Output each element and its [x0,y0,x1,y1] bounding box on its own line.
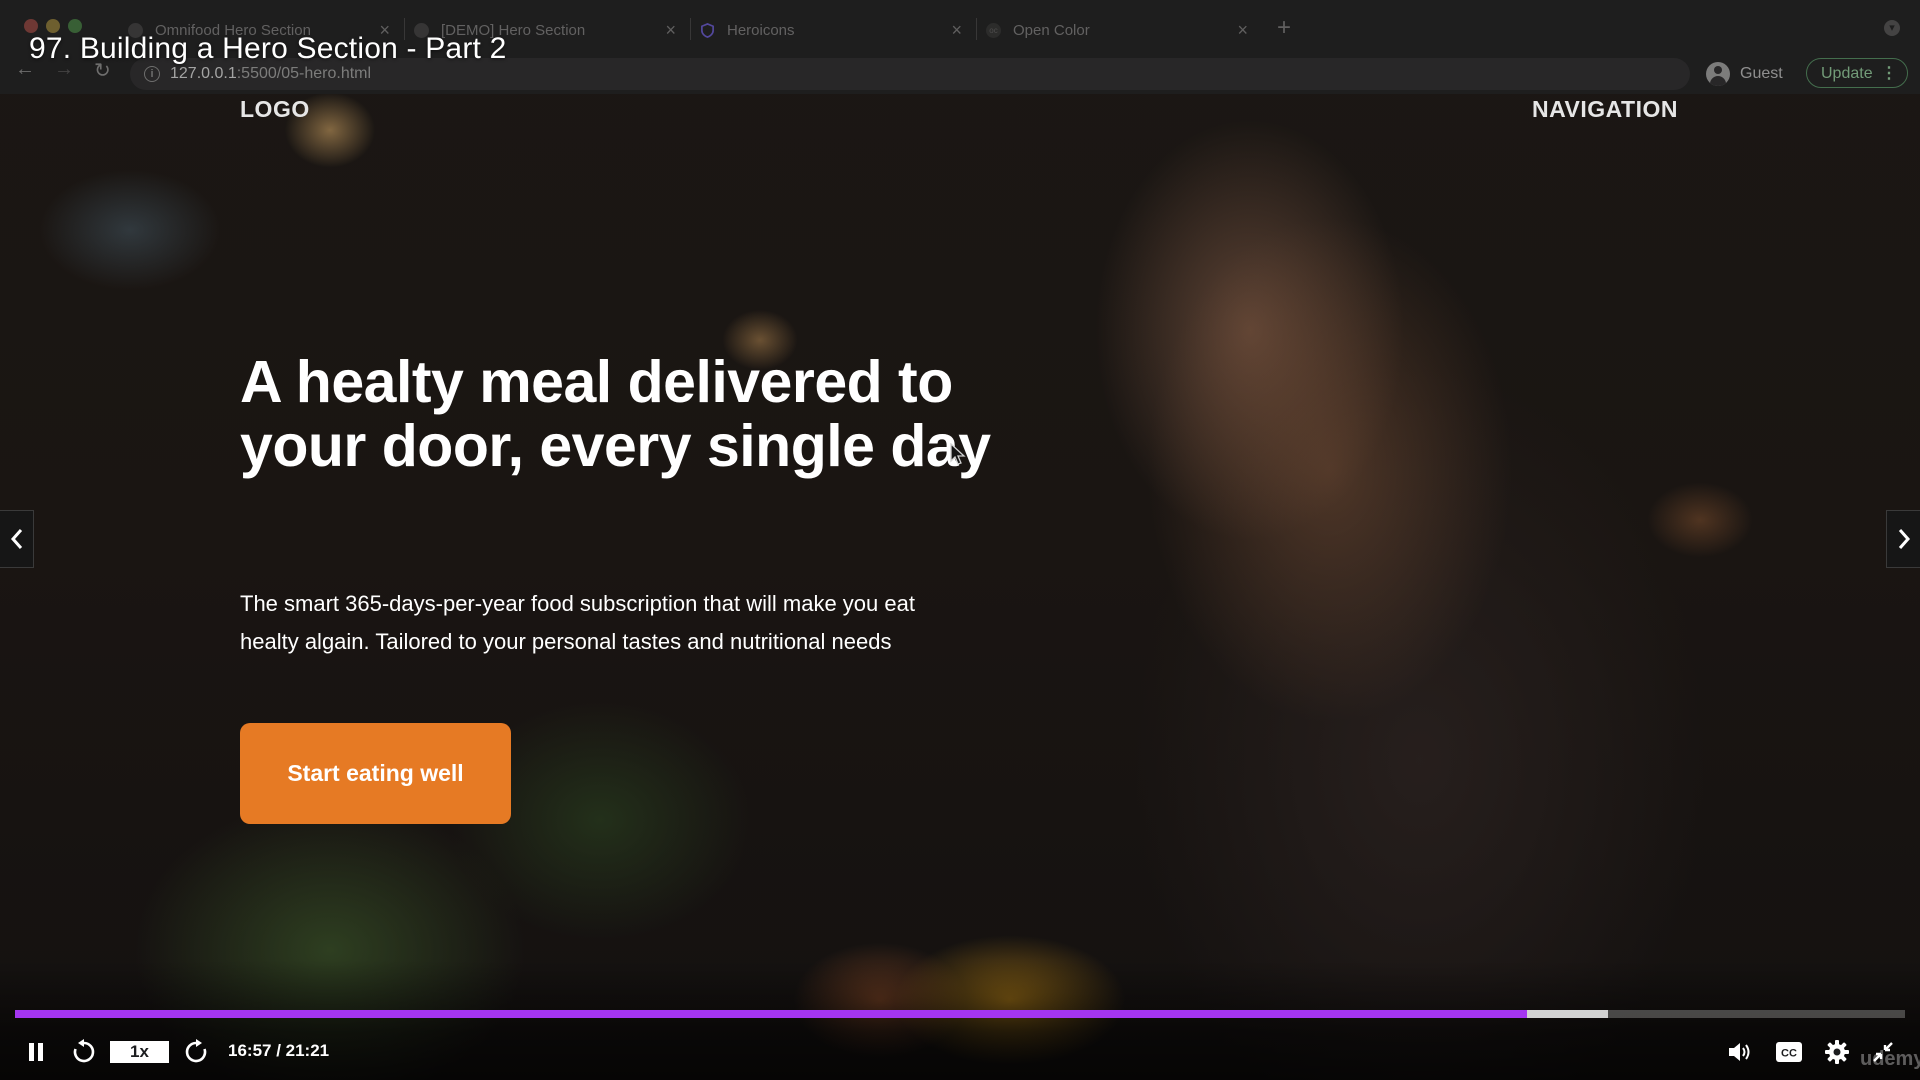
chevron-left-icon [10,529,22,549]
tab-label: Open Color [1013,21,1090,39]
svg-text:CC: CC [1781,1048,1797,1060]
tab-heroicons[interactable]: Heroicons × [700,14,962,46]
update-label: Update [1821,65,1873,82]
avatar-icon [1706,62,1730,86]
video-player[interactable]: Omnifood Hero Section × [DEMO] Hero Sect… [0,0,1920,1080]
forward-button[interactable] [182,1037,210,1067]
tab-open-color[interactable]: oc Open Color × [986,14,1248,46]
close-icon[interactable]: × [1237,20,1248,41]
pause-icon [29,1043,43,1061]
gear-icon [1825,1040,1849,1064]
playback-speed-button[interactable]: 1x [110,1041,169,1063]
volume-icon [1729,1043,1750,1061]
controls-backdrop [0,960,1920,1080]
progress-bar[interactable] [15,1010,1905,1018]
close-icon[interactable]: × [951,20,962,41]
profile-label: Guest [1740,65,1783,82]
progress-played [15,1010,1527,1018]
shield-icon [700,22,715,38]
udemy-watermark: udemy [1860,1048,1920,1070]
tab-search-icon[interactable]: ▾ [1884,20,1900,36]
volume-button[interactable] [1725,1037,1755,1067]
mouse-cursor-icon [950,443,966,465]
video-title: 97. Building a Hero Section - Part 2 [29,32,507,65]
hero-navigation: NAVIGATION [1532,96,1678,122]
forward-5s-icon [185,1039,207,1063]
hero-heading: A healty meal delivered to your door, ev… [240,349,991,479]
start-eating-well-button[interactable]: Start eating well [240,723,511,824]
more-icon[interactable]: ⋮ [1881,59,1897,89]
chevron-right-icon [1898,529,1910,549]
rewind-5s-icon [73,1039,95,1063]
url-text: 127.0.0.1:5500/05-hero.html [170,65,372,82]
update-button[interactable]: Update ⋮ [1806,58,1908,88]
profile-button[interactable]: Guest [1706,58,1783,90]
hero-logo: LOGO [240,96,310,122]
close-window-icon[interactable] [24,19,38,33]
tab-label: Heroicons [727,21,795,39]
closed-captions-icon: CC [1776,1042,1802,1062]
rewind-button[interactable] [70,1037,98,1067]
time-display: 16:57 / 21:21 [228,1041,330,1060]
hero-description: The smart 365-days-per-year food subscri… [240,591,915,654]
info-icon[interactable]: i [144,66,160,82]
minimize-window-icon[interactable] [46,19,60,33]
pause-button[interactable] [24,1037,48,1067]
close-icon[interactable]: × [665,20,676,41]
maximize-window-icon[interactable] [68,19,82,33]
next-lecture-button[interactable] [1886,510,1920,568]
tab-divider [976,18,977,40]
tab-divider [690,18,691,40]
new-tab-icon[interactable]: + [1277,14,1291,42]
settings-button[interactable] [1822,1037,1852,1067]
captions-button[interactable]: CC [1774,1037,1804,1067]
previous-lecture-button[interactable] [0,510,34,568]
open-color-icon: oc [986,22,1001,38]
